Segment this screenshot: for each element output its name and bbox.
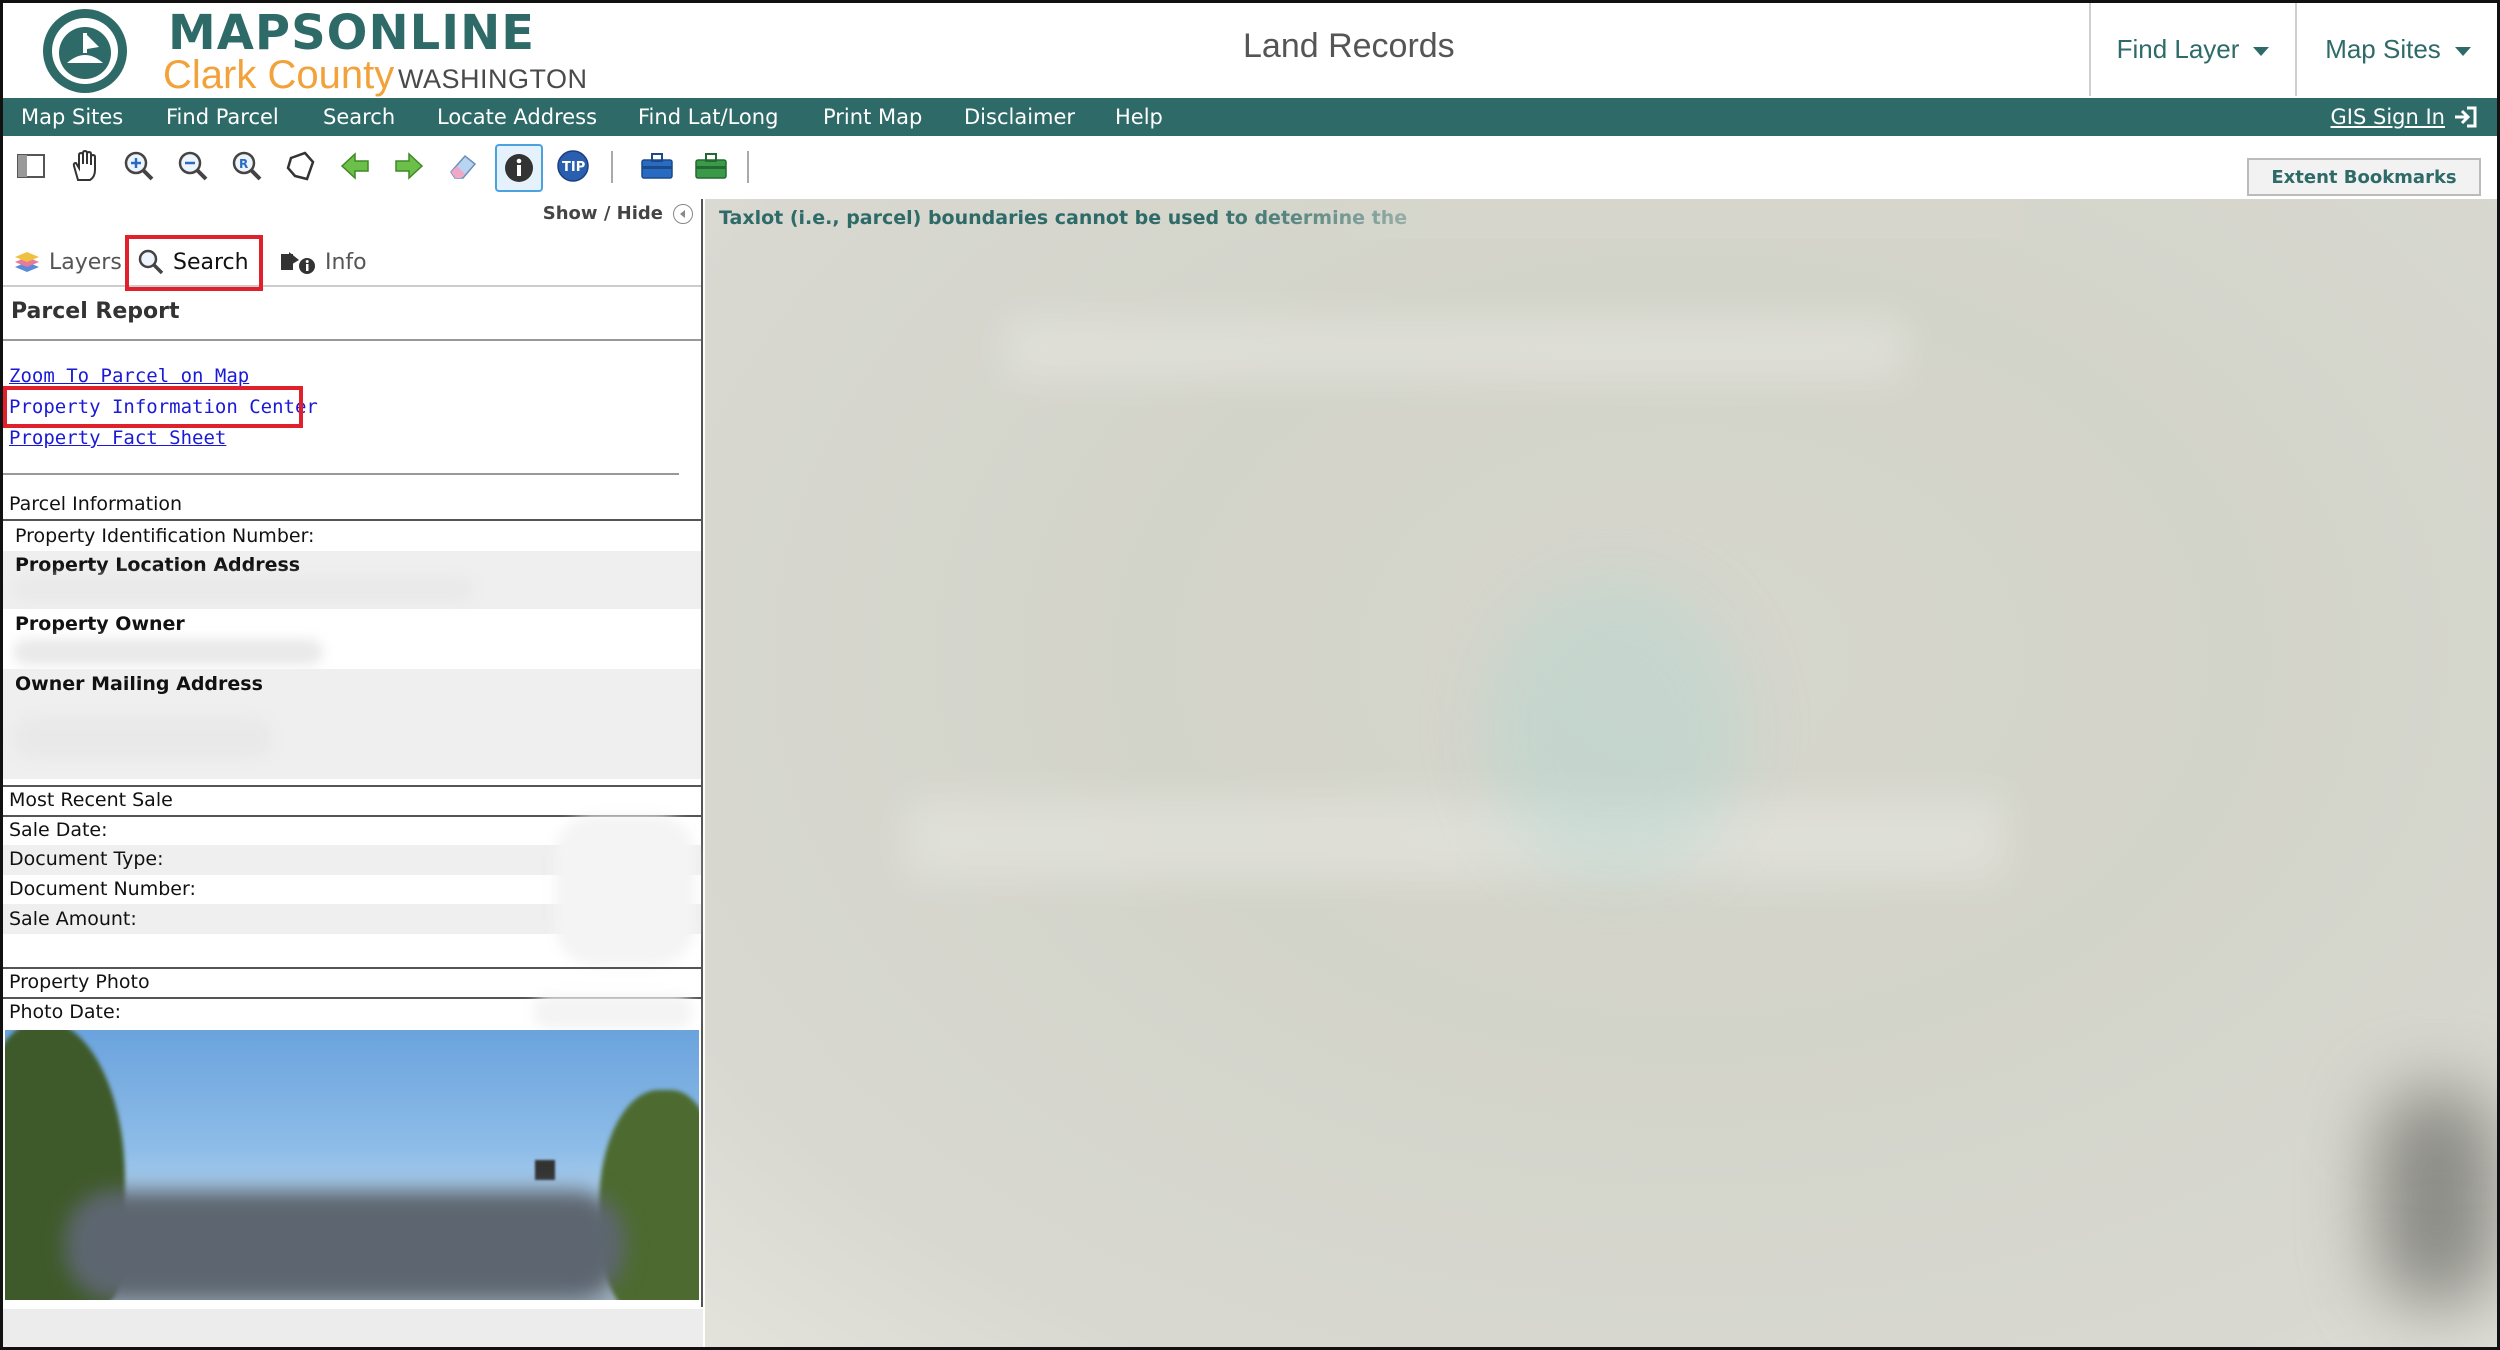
pin-label: Property Identification Number: [15,525,315,547]
redacted-notice-overlay [1205,199,2025,239]
find-layer-label: Find Layer [2116,34,2240,64]
redacted-photo-region [65,1190,625,1300]
zoom-extent-icon[interactable]: R [227,146,267,186]
main-nav: Map Sites Find Parcel Search Locate Addr… [3,98,2497,136]
show-hide-label: Show / Hide [542,203,663,224]
zoom-out-icon[interactable] [173,146,213,186]
nav-search[interactable]: Search [323,98,395,136]
nav-locate-address[interactable]: Locate Address [437,98,597,136]
divider [3,519,701,521]
most-recent-sale-heading: Most Recent Sale [9,789,173,811]
county-seal-logo [43,9,127,93]
toolbar-separator [747,151,749,183]
divider [3,785,701,787]
collapse-arrow-icon [673,203,693,224]
svg-text:TIP: TIP [562,160,585,175]
panel-tabs: Layers Search Info [3,241,701,287]
info-tools-icon [281,252,315,274]
tab-info-label: Info [325,249,367,275]
highlight-box-property-info-link [3,386,303,428]
map-blur-feature [1005,319,1905,379]
toolbox-green-icon[interactable] [691,146,731,186]
identify-info-icon[interactable] [495,144,543,192]
document-number-label: Document Number: [9,878,196,900]
map-view[interactable]: Taxlot (i.e., parcel) boundaries cannot … [705,199,2497,1347]
page-title: Land Records [1243,27,1455,65]
panel-footer [3,1309,703,1347]
brand-clark-county: Clark County [163,53,395,97]
redacted-value [13,639,323,665]
sale-date-label: Sale Date: [9,819,108,841]
svg-text:R: R [239,157,248,171]
divider [3,473,679,475]
document-type-label: Document Type: [9,848,164,870]
forward-arrow-icon[interactable] [389,146,429,186]
header: MAPSONLINE Clark County WASHINGTON Land … [3,3,2497,98]
owner-mailing-address-label: Owner Mailing Address [15,673,263,695]
show-hide-toggle[interactable]: Show / Hide [543,203,693,224]
tab-layers[interactable]: Layers [13,241,122,283]
property-photo-heading: Property Photo [9,971,150,993]
pan-hand-icon[interactable] [65,146,105,186]
sale-amount-label: Sale Amount: [9,908,137,930]
photo-date-label: Photo Date: [9,1001,122,1023]
photo-chimney [535,1160,555,1180]
map-blur-feature [1485,579,1745,879]
divider [3,967,701,969]
redacted-value [533,995,693,1029]
app-window: MAPSONLINE Clark County WASHINGTON Land … [0,0,2500,1350]
panel-toggle-icon[interactable] [11,146,51,186]
tab-layers-label: Layers [49,249,122,275]
tip-icon[interactable]: TIP [553,146,593,186]
chevron-down-icon [2454,46,2471,56]
highlight-box-search-tab [125,235,263,291]
find-layer-button[interactable]: Find Layer [2089,3,2295,96]
tab-info[interactable]: Info [279,241,367,283]
redacted-value [13,577,473,601]
map-sites-button[interactable]: Map Sites [2295,3,2497,96]
property-fact-sheet-link[interactable]: Property Fact Sheet [9,427,226,449]
select-polygon-icon[interactable] [281,146,321,186]
parcel-report-title: Parcel Report [11,299,180,324]
parcel-information-heading: Parcel Information [9,493,183,515]
map-blur-feature [905,799,2005,879]
gis-sign-in-link[interactable]: GIS Sign In [2331,98,2479,136]
nav-find-parcel[interactable]: Find Parcel [166,98,279,136]
toolbar-separator [611,151,613,183]
redacted-value [13,717,273,759]
nav-help[interactable]: Help [1115,98,1163,136]
brand-washington: WASHINGTON [398,64,588,94]
divider [3,339,701,341]
back-arrow-icon[interactable] [335,146,375,186]
map-sites-label: Map Sites [2325,34,2441,64]
nav-map-sites[interactable]: Map Sites [21,98,123,136]
zoom-to-parcel-link[interactable]: Zoom To Parcel on Map [9,365,249,387]
zoom-in-icon[interactable] [119,146,159,186]
map-blur-feature [2377,1087,2497,1307]
map-toolbar: R TIP Extent Bookmarks [3,136,2497,196]
nav-find-lat-long[interactable]: Find Lat/Long [638,98,778,136]
chevron-down-icon [2253,46,2270,56]
eraser-icon[interactable] [443,146,483,186]
sign-in-label: GIS Sign In [2330,105,2445,129]
nav-disclaimer[interactable]: Disclaimer [964,98,1075,136]
location-address-label: Property Location Address [15,554,301,576]
extent-bookmarks-button[interactable]: Extent Bookmarks [2247,158,2481,196]
property-photo [5,1030,699,1300]
redacted-value [555,815,695,965]
layers-icon [15,252,39,272]
property-owner-label: Property Owner [15,613,185,635]
side-panel: Show / Hide Layers Search Info Parcel Re… [3,199,703,1307]
toolbox-blue-icon[interactable] [637,146,677,186]
sign-in-icon [2455,106,2477,128]
nav-print-map[interactable]: Print Map [823,98,922,136]
